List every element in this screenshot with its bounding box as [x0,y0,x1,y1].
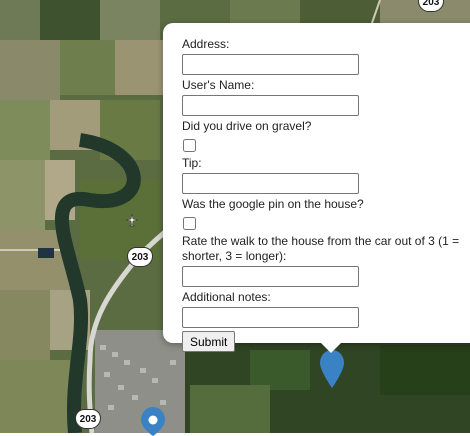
users-name-input[interactable] [182,95,359,116]
map-pin-icon[interactable] [319,349,345,389]
location-dot-icon[interactable] [140,406,166,436]
users-name-label: User's Name: [182,78,255,92]
address-input[interactable] [182,54,359,75]
airport-icon [125,213,139,227]
address-label: Address: [182,37,230,51]
additional-notes-label: Additional notes: [182,290,271,304]
submit-button[interactable]: Submit [182,331,236,352]
google-pin-checkbox[interactable] [183,217,196,230]
walk-rating-input[interactable] [182,266,359,287]
additional-notes-input[interactable] [182,307,359,328]
route-shield-bottom: 203 [75,409,101,429]
gravel-checkbox[interactable] [183,139,196,152]
tip-input[interactable] [182,173,359,194]
info-window: Address: User's Name: Did you drive on g… [163,23,470,352]
google-pin-label: Was the google pin on the house? [182,197,364,211]
gravel-label: Did you drive on gravel? [182,119,312,133]
info-window-tail [318,340,344,353]
walk-rating-label: Rate the walk to the house from the car … [182,234,460,263]
survey-form: Address: User's Name: Did you drive on g… [182,37,467,352]
route-shield-middle: 203 [127,247,153,267]
tip-label: Tip: [182,156,202,170]
